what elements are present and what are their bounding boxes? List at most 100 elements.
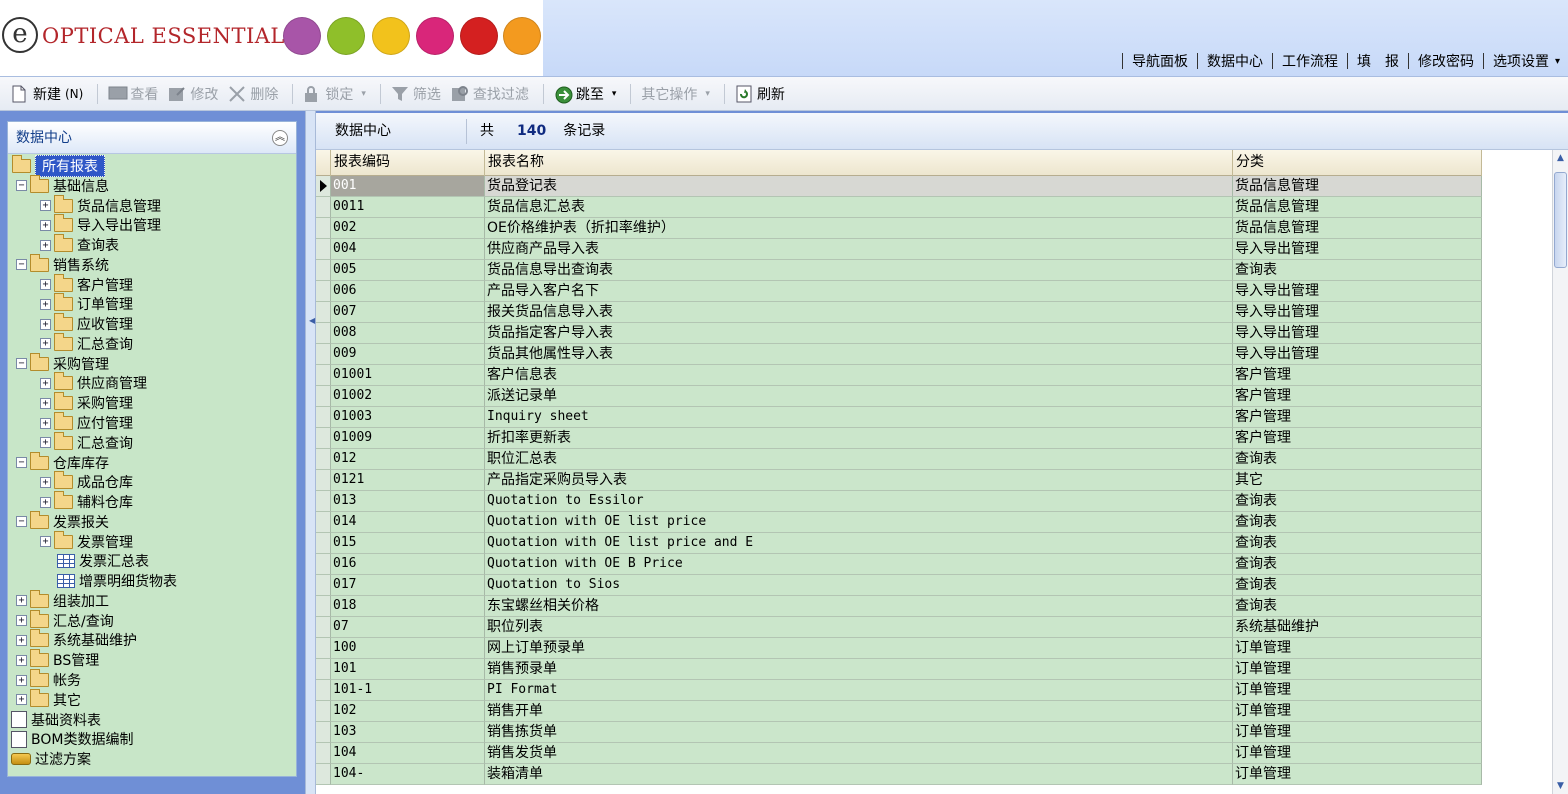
nav-report[interactable]: 填 报 (1357, 51, 1399, 71)
tree-item[interactable]: + 货品信息管理 (40, 194, 161, 216)
cell-category[interactable]: 客户管理 (1233, 365, 1482, 386)
tree-item[interactable]: + 供应商管理 (40, 372, 147, 393)
cell-name[interactable]: 产品指定采购员导入表 (485, 470, 1233, 491)
expand-icon[interactable]: + (16, 615, 27, 627)
row-indicator[interactable] (316, 470, 331, 491)
cell-name[interactable]: Inquiry sheet (485, 407, 1233, 428)
cell-category[interactable]: 查询表 (1233, 533, 1482, 554)
tree-item[interactable]: + 组装加工 (16, 589, 109, 611)
row-indicator[interactable] (316, 491, 331, 512)
row-indicator[interactable] (316, 449, 331, 470)
row-indicator[interactable] (316, 617, 331, 638)
cell-code[interactable]: 016 (331, 554, 485, 575)
table-row[interactable]: 001 货品登记表 货品信息管理 (316, 176, 1482, 197)
table-row[interactable]: 101-1 PI Format 订单管理 (316, 680, 1482, 701)
table-row[interactable]: 0121 产品指定采购员导入表 其它 (316, 470, 1482, 491)
cell-name[interactable]: 销售开单 (485, 701, 1233, 722)
nav-data-center[interactable]: 数据中心 (1207, 51, 1263, 71)
tree-item[interactable]: + 应付管理 (40, 412, 133, 433)
row-indicator[interactable] (316, 659, 331, 680)
table-row[interactable]: 002 OE价格维护表（折扣率维护） 货品信息管理 (316, 218, 1482, 239)
table-row[interactable]: 104- 装箱清单 订单管理 (316, 764, 1482, 785)
cell-name[interactable]: 东宝螺丝相关价格 (485, 596, 1233, 617)
cell-category[interactable]: 货品信息管理 (1233, 218, 1482, 239)
cell-name[interactable]: 销售拣货单 (485, 722, 1233, 743)
row-indicator[interactable] (316, 701, 331, 722)
row-indicator[interactable] (316, 344, 331, 365)
collapse-node-icon[interactable]: − (16, 516, 27, 528)
collapse-node-icon[interactable]: − (16, 259, 27, 271)
tree-item[interactable]: + 辅料仓库 (40, 491, 133, 512)
cell-code[interactable]: 001 (331, 176, 485, 197)
cell-name[interactable]: 职位列表 (485, 617, 1233, 638)
row-indicator[interactable] (316, 260, 331, 281)
cell-name[interactable]: 折扣率更新表 (485, 428, 1233, 449)
tree-item[interactable]: + 发票管理 (40, 530, 133, 552)
nav-change-password[interactable]: 修改密码 (1418, 51, 1474, 71)
cell-name[interactable]: 货品登记表 (485, 176, 1233, 197)
tree-item[interactable]: + 帐务 (16, 669, 81, 690)
vertical-scrollbar[interactable]: ▲ ▼ (1552, 150, 1568, 794)
tree-item[interactable]: 增票明细货物表 (40, 571, 177, 591)
row-indicator[interactable] (316, 386, 331, 407)
tree-item[interactable]: 基础资料表 (11, 710, 101, 730)
cell-name[interactable]: 职位汇总表 (485, 449, 1233, 470)
table-row[interactable]: 01002 派送记录单 客户管理 (316, 386, 1482, 407)
jump-dropdown-icon[interactable]: ▾ (612, 89, 617, 99)
expand-icon[interactable]: + (16, 694, 27, 706)
table-row[interactable]: 101 销售预录单 订单管理 (316, 659, 1482, 680)
cell-code[interactable]: 0011 (331, 197, 485, 218)
refresh-button[interactable]: 刷新 (732, 81, 788, 107)
expand-icon[interactable]: + (40, 279, 51, 291)
table-row[interactable]: 100 网上订单预录单 订单管理 (316, 638, 1482, 659)
cell-category[interactable]: 查询表 (1233, 512, 1482, 533)
cell-category[interactable]: 订单管理 (1233, 722, 1482, 743)
table-row[interactable]: 07 职位列表 系统基础维护 (316, 617, 1482, 638)
scroll-up-icon[interactable]: ▲ (1553, 150, 1568, 166)
panel-splitter[interactable]: ◀ (305, 111, 316, 794)
collapse-node-icon[interactable]: − (16, 180, 27, 192)
cell-name[interactable]: 派送记录单 (485, 386, 1233, 407)
expand-icon[interactable]: + (40, 417, 51, 429)
table-row[interactable]: 005 货品信息导出查询表 查询表 (316, 260, 1482, 281)
row-indicator[interactable] (316, 722, 331, 743)
row-indicator[interactable] (316, 764, 331, 785)
expand-icon[interactable]: + (40, 397, 51, 409)
row-indicator[interactable] (316, 743, 331, 764)
expand-icon[interactable]: + (40, 298, 51, 310)
cell-code[interactable]: 01002 (331, 386, 485, 407)
column-header-code[interactable]: 报表编码 (331, 150, 485, 176)
cell-code[interactable]: 006 (331, 281, 485, 302)
row-indicator[interactable] (316, 197, 331, 218)
row-indicator[interactable] (316, 239, 331, 260)
table-row[interactable]: 01003 Inquiry sheet 客户管理 (316, 407, 1482, 428)
cell-category[interactable]: 订单管理 (1233, 659, 1482, 680)
cell-category[interactable]: 客户管理 (1233, 386, 1482, 407)
expand-icon[interactable]: + (40, 377, 51, 389)
tree-item[interactable]: + BS管理 (16, 649, 99, 670)
expand-icon[interactable]: + (16, 654, 27, 666)
table-row[interactable]: 015 Quotation with OE list price and E 查询表 (316, 533, 1482, 554)
cell-category[interactable]: 系统基础维护 (1233, 617, 1482, 638)
cell-code[interactable]: 01009 (331, 428, 485, 449)
table-row[interactable]: 014 Quotation with OE list price 查询表 (316, 512, 1482, 533)
expand-icon[interactable]: + (40, 496, 51, 508)
expand-icon[interactable]: + (40, 239, 51, 251)
cell-category[interactable]: 客户管理 (1233, 428, 1482, 449)
cell-category[interactable]: 查询表 (1233, 575, 1482, 596)
cell-name[interactable]: 网上订单预录单 (485, 638, 1233, 659)
expand-icon[interactable]: + (40, 338, 51, 350)
tree-item[interactable]: 过滤方案 (11, 749, 91, 769)
row-indicator[interactable] (316, 533, 331, 554)
row-indicator[interactable] (316, 281, 331, 302)
cell-code[interactable]: 017 (331, 575, 485, 596)
cell-name[interactable]: 货品其他属性导入表 (485, 344, 1233, 365)
cell-category[interactable]: 导入导出管理 (1233, 302, 1482, 323)
row-indicator[interactable] (316, 512, 331, 533)
cell-code[interactable]: 002 (331, 218, 485, 239)
cell-category[interactable]: 订单管理 (1233, 743, 1482, 764)
tree-item[interactable]: + 应收管理 (40, 313, 133, 334)
table-row[interactable]: 102 销售开单 订单管理 (316, 701, 1482, 722)
cell-name[interactable]: Quotation with OE list price and E (485, 533, 1233, 554)
cell-code[interactable]: 0121 (331, 470, 485, 491)
